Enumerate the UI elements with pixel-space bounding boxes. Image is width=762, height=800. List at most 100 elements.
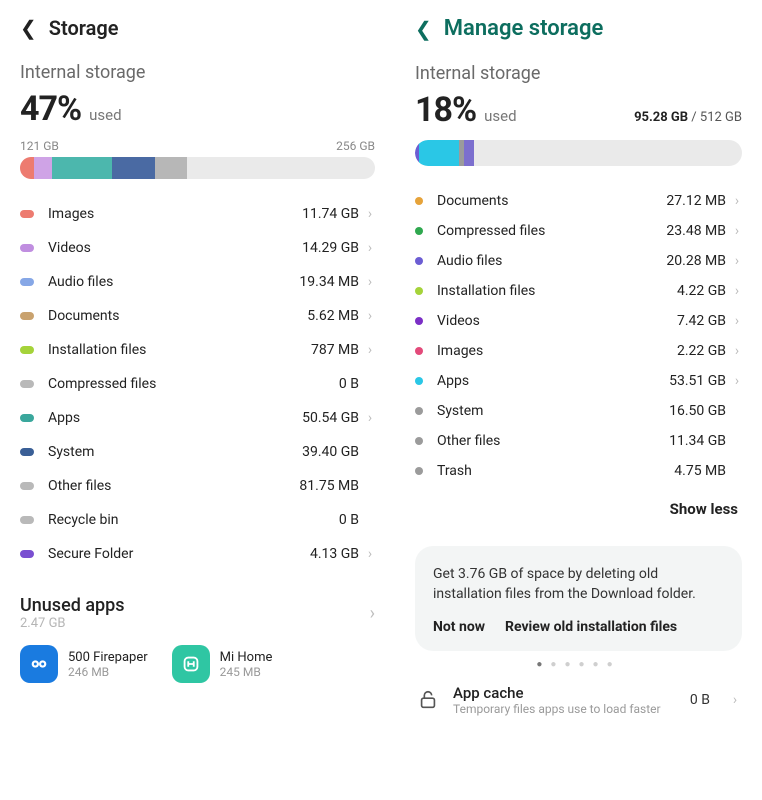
chevron-right-icon: › [732,283,742,299]
bar-segment [20,157,34,179]
category-value: 81.75 MB [299,478,359,494]
review-button[interactable]: Review old installation files [505,619,677,635]
bar-segment [155,157,187,179]
usage-row: 18% used 95.28 GB / 512 GB [415,90,742,130]
chevron-right-icon: › [732,223,742,239]
category-dot [415,437,423,445]
usage-percent-row: 47% used [20,89,375,129]
category-label: Secure Folder [48,546,310,562]
storage-bar [415,140,742,166]
category-row[interactable]: Secure Folder4.13 GB › [20,537,375,571]
unused-app[interactable]: 500 Firepaper246 MB [20,645,148,683]
show-less-toggle[interactable]: Show less [415,486,742,528]
category-dot [415,407,423,415]
category-value: 53.51 GB [669,373,726,389]
category-row[interactable]: Images2.22 GB › [415,336,742,366]
bar-segment [52,157,112,179]
unused-apps-header[interactable]: Unused apps 2.47 GB › [20,595,375,631]
category-dot [20,482,34,490]
category-value: 14.29 GB [302,240,359,256]
category-row[interactable]: Documents5.62 MB› [20,299,375,333]
used-gb: 95.28 GB [634,110,688,125]
category-label: Other files [437,433,669,449]
bar-segment [34,157,52,179]
category-dot [415,347,423,355]
category-row[interactable]: Apps50.54 GB› [20,401,375,435]
category-label: Images [48,206,302,222]
chevron-right-icon: › [365,546,375,562]
app-size: 246 MB [68,665,148,679]
category-label: Audio files [48,274,299,290]
category-row[interactable]: Compressed files23.48 MB› [415,216,742,246]
category-dot [415,227,423,235]
category-dot [20,312,34,320]
category-value: 11.74 GB [302,206,359,222]
category-dot [20,414,34,422]
category-label: Audio files [437,253,666,269]
app-cache-row[interactable]: App cache Temporary files apps use to lo… [415,676,742,724]
category-list: Images11.74 GB › Videos14.29 GB › Audio file… [20,197,375,571]
category-value: 4.75 MB [674,463,726,479]
category-label: Installation files [437,283,677,299]
category-label: Compressed files [48,376,339,392]
category-value: 7.42 GB [677,313,726,329]
unused-apps-title: Unused apps [20,595,125,616]
total-gb: 256 GB [336,139,375,153]
chevron-right-icon: › [365,308,375,324]
chevron-right-icon: › [365,240,375,256]
internal-storage-heading: Internal storage [20,62,375,83]
category-row[interactable]: Videos14.29 GB › [20,231,375,265]
category-label: Apps [437,373,669,389]
bar-segment [464,140,473,166]
app-cache-title: App cache [453,684,661,702]
app-cache-subtitle: Temporary files apps use to load faster [453,702,661,716]
pager-dots[interactable]: ●●●●●● [415,651,742,676]
category-label: Videos [48,240,302,256]
category-dot [20,380,34,388]
category-row[interactable]: Videos7.42 GB› [415,306,742,336]
category-value: 2.22 GB [677,343,726,359]
category-value: 23.48 MB [666,223,726,239]
category-row: Trash4.75 MB› [415,456,742,486]
category-value: 27.12 MB [666,193,726,209]
category-row[interactable]: Apps53.51 GB › [415,366,742,396]
suggestion-card: Get 3.76 GB of space by deleting old ins… [415,546,742,651]
category-value: 16.50 GB [669,403,726,419]
category-row[interactable]: Audio files19.34 MB› [20,265,375,299]
manage-storage-pane: ❮ Manage storage Internal storage 18% us… [395,0,762,800]
app-size: 245 MB [220,665,273,679]
category-value: 19.34 MB [299,274,359,290]
category-row[interactable]: Documents27.12 MB› [415,186,742,216]
category-value: 20.28 MB [666,253,726,269]
category-dot [415,467,423,475]
category-row: Other files81.75 MB› [20,469,375,503]
category-dot [20,278,34,286]
category-value: 4.13 GB [310,546,359,562]
app-name: Mi Home [220,650,273,665]
titlebar-right: ❮ Manage storage [415,16,742,41]
category-dot [415,377,423,385]
unused-app[interactable]: Mi Home245 MB [172,645,273,683]
category-dot [20,448,34,456]
chevron-right-icon: › [732,343,742,359]
back-icon[interactable]: ❮ [20,18,37,38]
chevron-right-icon: › [365,206,375,222]
usage-percent-label: used [89,106,121,124]
capacity-summary: 95.28 GB / 512 GB [634,110,742,125]
usage-percent: 18% [415,90,476,130]
back-icon[interactable]: ❮ [415,19,432,39]
category-dot [20,346,34,354]
category-label: System [437,403,669,419]
category-row: System39.40 GB› [20,435,375,469]
not-now-button[interactable]: Not now [433,619,485,635]
category-value: 5.62 MB [307,308,359,324]
category-row[interactable]: Installation files4.22 GB› [415,276,742,306]
category-value: 50.54 GB [302,410,359,426]
category-row[interactable]: Installation files787 MB› [20,333,375,367]
chevron-right-icon: › [732,373,742,389]
category-row[interactable]: Audio files20.28 MB› [415,246,742,276]
category-label: Images [437,343,677,359]
category-dot [20,516,34,524]
category-value: 0 B [339,512,359,528]
category-row[interactable]: Images11.74 GB › [20,197,375,231]
